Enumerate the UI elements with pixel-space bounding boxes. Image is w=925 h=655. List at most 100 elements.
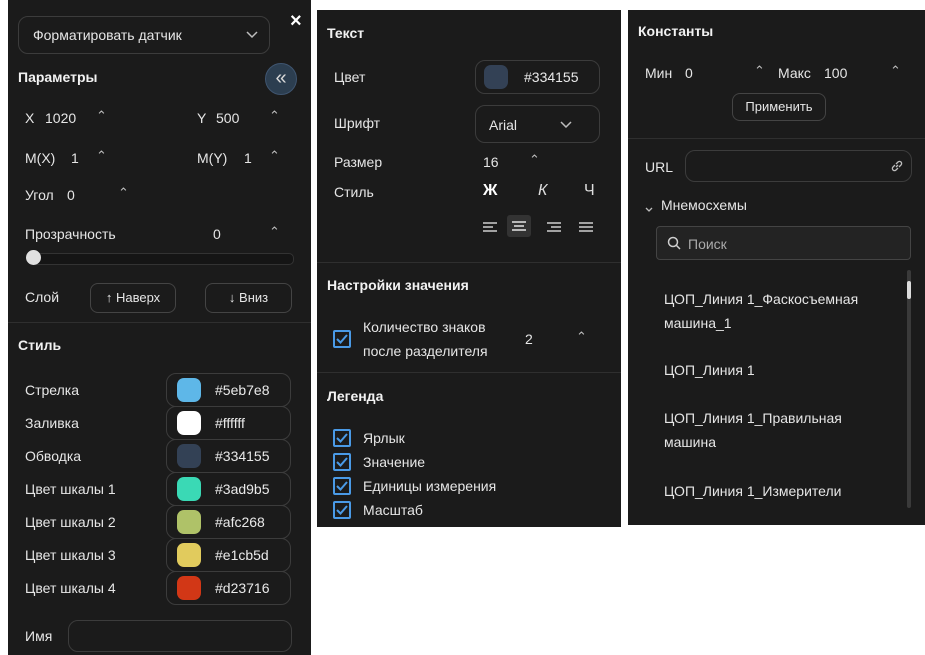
color-label: Стрелка bbox=[25, 382, 80, 398]
size-input[interactable]: 16 bbox=[483, 154, 499, 170]
scrollbar-thumb[interactable] bbox=[907, 270, 911, 508]
apply-button[interactable]: Применить bbox=[732, 93, 826, 121]
format-select-label: Форматировать датчик bbox=[33, 27, 182, 43]
text-color-swatch[interactable] bbox=[484, 65, 508, 89]
font-select[interactable]: Arial bbox=[475, 105, 600, 143]
move-up-button[interactable]: ↑ Наверх bbox=[90, 283, 176, 313]
angle-label: Угол bbox=[25, 187, 54, 203]
url-label: URL bbox=[645, 159, 674, 175]
x-label: X bbox=[25, 110, 35, 126]
align-right-icon[interactable] bbox=[547, 221, 561, 237]
color-swatch[interactable] bbox=[177, 444, 201, 468]
decimals-label-line2: после разделителя bbox=[363, 343, 488, 359]
legend-checkbox[interactable] bbox=[333, 453, 351, 471]
y-stepper-icon[interactable]: ⌃ bbox=[269, 109, 280, 123]
divider bbox=[628, 138, 925, 139]
align-justify-icon[interactable] bbox=[579, 221, 593, 237]
color-label: Цвет шкалы 4 bbox=[25, 580, 116, 596]
color-hex: #3ad9b5 bbox=[215, 481, 270, 497]
mx-stepper-icon[interactable]: ⌃ bbox=[96, 149, 107, 163]
style-label: Стиль bbox=[334, 184, 374, 200]
opacity-input[interactable]: 0 bbox=[213, 226, 221, 242]
legend-label: Единицы измерения bbox=[363, 478, 497, 494]
mx-input[interactable]: 1 bbox=[71, 150, 79, 166]
legend-label: Масштаб bbox=[363, 502, 423, 518]
my-input[interactable]: 1 bbox=[244, 150, 252, 166]
search-input[interactable]: Поиск bbox=[656, 226, 911, 260]
decimals-checkbox[interactable] bbox=[333, 330, 351, 348]
legend-label: Значение bbox=[363, 454, 426, 470]
divider bbox=[317, 262, 621, 263]
italic-button[interactable]: К bbox=[538, 182, 547, 200]
color-label: Цвет шкалы 3 bbox=[25, 547, 116, 563]
legend-checkbox[interactable] bbox=[333, 429, 351, 447]
opacity-stepper-icon[interactable]: ⌃ bbox=[269, 225, 280, 239]
opacity-slider-track[interactable] bbox=[30, 253, 294, 265]
legend-checkbox[interactable] bbox=[333, 501, 351, 519]
text-title: Текст bbox=[327, 25, 365, 41]
align-center-icon[interactable] bbox=[507, 215, 531, 237]
search-placeholder: Поиск bbox=[688, 236, 727, 252]
close-icon[interactable]: × bbox=[290, 10, 302, 33]
angle-input[interactable]: 0 bbox=[67, 187, 75, 203]
mnemo-title[interactable]: Мнемосхемы bbox=[661, 197, 747, 213]
text-color-hex: #334155 bbox=[524, 69, 579, 85]
angle-stepper-icon[interactable]: ⌃ bbox=[118, 186, 129, 200]
scrollbar-handle[interactable] bbox=[907, 281, 911, 299]
text-panel: Текст Цвет #334155 Шрифт Arial Размер 16… bbox=[317, 10, 621, 527]
color-swatch[interactable] bbox=[177, 411, 201, 435]
decimals-stepper-icon[interactable]: ⌃ bbox=[576, 330, 587, 344]
format-select[interactable]: Форматировать датчик bbox=[18, 16, 270, 54]
legend-title: Легенда bbox=[327, 388, 384, 404]
min-input[interactable]: 0 bbox=[685, 65, 693, 81]
collapse-button[interactable]: « bbox=[265, 63, 297, 95]
size-label: Размер bbox=[334, 154, 383, 170]
chevron-down-icon[interactable] bbox=[644, 201, 654, 217]
size-stepper-icon[interactable]: ⌃ bbox=[529, 153, 540, 167]
underline-button[interactable]: Ч bbox=[584, 182, 595, 200]
name-input[interactable] bbox=[68, 620, 292, 652]
format-panel: Форматировать датчик × Параметры « X 102… bbox=[8, 0, 311, 655]
value-settings-title: Настройки значения bbox=[327, 277, 469, 293]
bold-button[interactable]: Ж bbox=[483, 182, 497, 200]
url-input[interactable] bbox=[685, 150, 912, 182]
move-down-button[interactable]: ↓ Вниз bbox=[205, 283, 292, 313]
color-label: Цвет шкалы 1 bbox=[25, 481, 116, 497]
color-swatch[interactable] bbox=[177, 510, 201, 534]
color-swatch[interactable] bbox=[177, 576, 201, 600]
font-select-value: Arial bbox=[489, 117, 518, 133]
mnemo-item-line2: машина_1 bbox=[664, 315, 732, 331]
opacity-slider-handle[interactable] bbox=[26, 250, 41, 265]
max-input[interactable]: 100 bbox=[824, 65, 847, 81]
link-icon[interactable] bbox=[890, 159, 904, 176]
x-input[interactable]: 1020 bbox=[45, 110, 76, 126]
font-label: Шрифт bbox=[334, 115, 381, 131]
mnemo-item-line1: ЦОП_Линия 1_Фаскосъемная bbox=[664, 291, 859, 307]
color-hex: #d23716 bbox=[215, 580, 270, 596]
mnemo-item-line1: ЦОП_Линия 1_Правильная bbox=[664, 410, 842, 426]
x-stepper-icon[interactable]: ⌃ bbox=[96, 109, 107, 123]
align-left-icon[interactable] bbox=[483, 221, 497, 237]
color-swatch[interactable] bbox=[177, 477, 201, 501]
mnemo-item-line2: машина bbox=[664, 434, 716, 450]
color-label: Заливка bbox=[25, 415, 79, 431]
legend-checkbox[interactable] bbox=[333, 477, 351, 495]
y-input[interactable]: 500 bbox=[216, 110, 239, 126]
mnemo-item-line1: ЦОП_Линия 1_Измерители bbox=[664, 483, 842, 499]
max-stepper-icon[interactable]: ⌃ bbox=[890, 64, 901, 78]
my-stepper-icon[interactable]: ⌃ bbox=[269, 149, 280, 163]
double-chevron-left-icon: « bbox=[275, 67, 287, 89]
name-label: Имя bbox=[25, 628, 53, 644]
color-hex: #5eb7e8 bbox=[215, 382, 270, 398]
decimals-input[interactable]: 2 bbox=[525, 331, 533, 347]
constants-panel: Константы Мин 0 ⌃ Макс 100 ⌃ Применить U… bbox=[628, 10, 925, 525]
params-title: Параметры bbox=[18, 69, 98, 85]
opacity-label: Прозрачность bbox=[25, 226, 116, 242]
constants-title: Константы bbox=[638, 23, 714, 39]
divider bbox=[8, 322, 311, 323]
chevron-down-icon bbox=[559, 117, 573, 134]
min-label: Мин bbox=[645, 65, 673, 81]
min-stepper-icon[interactable]: ⌃ bbox=[754, 64, 765, 78]
color-swatch[interactable] bbox=[177, 378, 201, 402]
color-swatch[interactable] bbox=[177, 543, 201, 567]
